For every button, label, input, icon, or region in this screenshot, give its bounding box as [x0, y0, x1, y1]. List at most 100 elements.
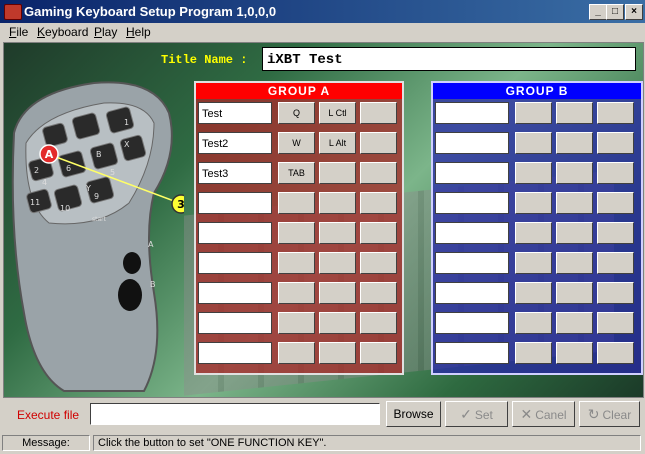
- key-assign-button[interactable]: [556, 312, 593, 334]
- key-assign-button[interactable]: [278, 282, 315, 304]
- key-assign-button[interactable]: [319, 162, 356, 184]
- key-assign-button[interactable]: [556, 132, 593, 154]
- key-assign-button[interactable]: [360, 252, 397, 274]
- key-assign-button[interactable]: [278, 312, 315, 334]
- key-assign-button[interactable]: [597, 132, 634, 154]
- key-assign-button[interactable]: [515, 162, 552, 184]
- menu-help[interactable]: Help: [126, 25, 151, 39]
- title-bar[interactable]: Gaming Keyboard Setup Program 1,0,0,0 _ …: [0, 0, 645, 23]
- svg-text:5: 5: [110, 168, 115, 177]
- app-icon[interactable]: [4, 4, 22, 20]
- function-name-field[interactable]: [198, 192, 272, 214]
- function-name-field[interactable]: [435, 102, 509, 124]
- svg-text:1: 1: [124, 118, 129, 127]
- key-assign-button[interactable]: [360, 342, 397, 364]
- check-icon: ✓: [460, 406, 472, 422]
- function-name-field[interactable]: [435, 222, 509, 244]
- key-assign-button[interactable]: [556, 282, 593, 304]
- key-assign-button[interactable]: L Alt: [319, 132, 356, 154]
- key-assign-button[interactable]: [319, 342, 356, 364]
- function-name-field[interactable]: [435, 312, 509, 334]
- title-name-field[interactable]: iXBT Test: [262, 47, 636, 71]
- key-assign-button[interactable]: Q: [278, 102, 315, 124]
- key-assign-button[interactable]: [556, 102, 593, 124]
- key-assign-button[interactable]: [597, 342, 634, 364]
- key-assign-button[interactable]: [597, 222, 634, 244]
- function-name-field[interactable]: [435, 252, 509, 274]
- key-assign-button[interactable]: [319, 252, 356, 274]
- key-assign-button[interactable]: [515, 132, 552, 154]
- key-assign-button[interactable]: [515, 312, 552, 334]
- svg-text:B: B: [150, 280, 156, 289]
- svg-text:Y: Y: [85, 184, 91, 193]
- key-assign-button[interactable]: [597, 282, 634, 304]
- key-assign-button[interactable]: [556, 222, 593, 244]
- key-assign-button[interactable]: [319, 222, 356, 244]
- key-assign-button[interactable]: [515, 222, 552, 244]
- key-assign-button[interactable]: [556, 342, 593, 364]
- key-assign-button[interactable]: [360, 222, 397, 244]
- menu-play[interactable]: Play: [94, 25, 117, 39]
- svg-text:11: 11: [30, 198, 40, 207]
- function-name-field[interactable]: [198, 282, 272, 304]
- function-name-field[interactable]: [435, 192, 509, 214]
- function-name-field[interactable]: [435, 132, 509, 154]
- key-assign-button[interactable]: [597, 312, 634, 334]
- key-assign-button[interactable]: W: [278, 132, 315, 154]
- key-assign-button[interactable]: [515, 252, 552, 274]
- minimize-button[interactable]: _: [589, 4, 607, 20]
- key-assign-button[interactable]: [278, 342, 315, 364]
- function-name-field[interactable]: [198, 342, 272, 364]
- key-assign-button[interactable]: [515, 342, 552, 364]
- key-assign-button[interactable]: [319, 192, 356, 214]
- key-assign-button[interactable]: [597, 102, 634, 124]
- bottom-bar: Execute file Browse ✓ Set ✕ Canel ↻ Clear: [0, 397, 645, 433]
- function-name-field[interactable]: [198, 222, 272, 244]
- function-name-field[interactable]: Test: [198, 102, 272, 124]
- browse-button[interactable]: Browse: [386, 401, 441, 427]
- cancel-button[interactable]: ✕ Canel: [512, 401, 575, 427]
- key-assign-button[interactable]: [597, 252, 634, 274]
- key-assign-button[interactable]: [360, 132, 397, 154]
- menu-keyboard[interactable]: Keyboard: [37, 25, 88, 39]
- menu-file[interactable]: File: [9, 25, 28, 39]
- svg-text:A: A: [148, 240, 154, 249]
- function-name-field[interactable]: [435, 342, 509, 364]
- set-button[interactable]: ✓ Set: [445, 401, 508, 427]
- key-assign-button[interactable]: [360, 162, 397, 184]
- key-assign-button[interactable]: [319, 282, 356, 304]
- key-assign-button[interactable]: [556, 252, 593, 274]
- key-assign-button[interactable]: [360, 192, 397, 214]
- key-assign-button[interactable]: [556, 192, 593, 214]
- function-name-field[interactable]: Test3: [198, 162, 272, 184]
- key-assign-button[interactable]: [360, 282, 397, 304]
- key-assign-button[interactable]: [515, 192, 552, 214]
- gamepad-image: 1 2 B 4 6 X Y 5 11 10 9 start A B A 3: [11, 81, 184, 392]
- key-assign-button[interactable]: [360, 312, 397, 334]
- function-name-field[interactable]: [435, 282, 509, 304]
- function-name-field[interactable]: Test2: [198, 132, 272, 154]
- svg-text:start: start: [92, 216, 107, 223]
- function-name-field[interactable]: [435, 162, 509, 184]
- close-button[interactable]: ×: [625, 4, 643, 20]
- key-assign-button[interactable]: [360, 102, 397, 124]
- svg-text:X: X: [124, 140, 130, 149]
- key-assign-button[interactable]: [556, 162, 593, 184]
- window-title: Gaming Keyboard Setup Program 1,0,0,0: [24, 4, 277, 19]
- key-assign-button[interactable]: [278, 222, 315, 244]
- function-name-field[interactable]: [198, 252, 272, 274]
- key-assign-button[interactable]: [515, 102, 552, 124]
- clear-button[interactable]: ↻ Clear: [579, 401, 640, 427]
- maximize-button[interactable]: □: [606, 4, 624, 20]
- function-name-field[interactable]: [198, 312, 272, 334]
- key-assign-button[interactable]: TAB: [278, 162, 315, 184]
- status-label: Message:: [2, 435, 90, 451]
- key-assign-button[interactable]: [515, 282, 552, 304]
- key-assign-button[interactable]: [597, 162, 634, 184]
- key-assign-button[interactable]: [597, 192, 634, 214]
- key-assign-button[interactable]: [319, 312, 356, 334]
- execute-file-input[interactable]: [90, 403, 380, 425]
- key-assign-button[interactable]: [278, 252, 315, 274]
- key-assign-button[interactable]: L Ctl: [319, 102, 356, 124]
- key-assign-button[interactable]: [278, 192, 315, 214]
